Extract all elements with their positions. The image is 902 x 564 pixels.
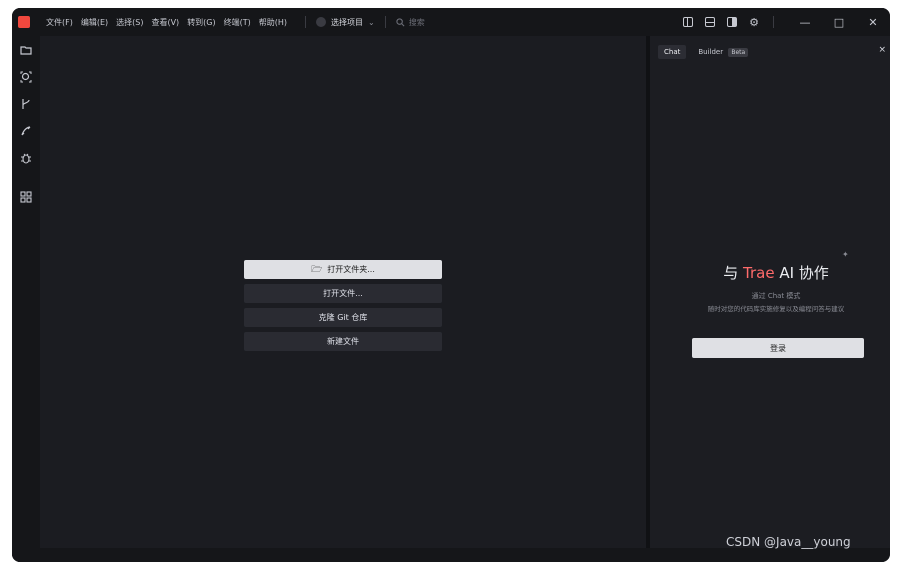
- open-file-button[interactable]: 打开文件...: [244, 284, 442, 303]
- heading-brand: Trae: [743, 264, 775, 282]
- bug-icon[interactable]: [12, 144, 40, 171]
- title-separator: [384, 16, 386, 28]
- status-bar: [12, 548, 890, 562]
- panel-subtitle: 通过 Chat 模式: [751, 292, 801, 300]
- source-control-icon[interactable]: [12, 90, 40, 117]
- minimize-button[interactable]: —: [788, 16, 822, 29]
- maximize-button[interactable]: □: [822, 16, 856, 29]
- app-window: 文件(F) 编辑(E) 选择(S) 查看(V) 转到(G) 终端(T) 帮助(H…: [12, 8, 890, 562]
- heading-suffix: AI 协作: [774, 264, 829, 282]
- project-avatar-icon: [316, 17, 327, 27]
- extensions-icon[interactable]: [12, 183, 40, 210]
- toggle-secondary-sidebar-icon[interactable]: [727, 17, 738, 27]
- menu-view[interactable]: 查看(V): [151, 17, 179, 28]
- heading-prefix: 与: [723, 264, 743, 282]
- toggle-sidebar-icon[interactable]: [683, 17, 694, 27]
- chevron-down-icon: ⌄: [368, 17, 375, 27]
- menu-terminal[interactable]: 终端(T): [224, 17, 251, 28]
- clone-repo-button[interactable]: 克隆 Git 仓库: [244, 308, 442, 327]
- panel-description: 随时对您的代码库实施修复以及编程问答与建议: [707, 305, 845, 313]
- project-selector[interactable]: 选择项目 ⌄: [316, 17, 375, 28]
- editor-area: 🗁 打开文件夹... 打开文件... 克隆 Git 仓库 新建文件: [40, 36, 646, 548]
- panel-heading: 与 Trae AI 协作: [650, 262, 890, 283]
- close-window-button[interactable]: ✕: [856, 16, 890, 29]
- open-folder-button[interactable]: 🗁 打开文件夹...: [244, 260, 442, 279]
- tab-chat[interactable]: Chat: [658, 45, 687, 59]
- folder-icon[interactable]: [12, 36, 40, 63]
- clone-repo-label: 克隆 Git 仓库: [318, 313, 368, 322]
- title-separator: [305, 16, 307, 28]
- menu-help[interactable]: 帮助(H): [259, 17, 287, 28]
- title-bar-actions: ⚙ — □ ✕: [683, 8, 890, 36]
- menu-selection[interactable]: 选择(S): [116, 17, 143, 28]
- settings-gear-icon[interactable]: ⚙: [749, 16, 759, 29]
- open-file-label: 打开文件...: [323, 289, 363, 298]
- title-bar: 文件(F) 编辑(E) 选择(S) 查看(V) 转到(G) 终端(T) 帮助(H…: [12, 8, 890, 36]
- ai-chat-panel: Chat Builder Beta × 与 Trae AI 协作 ✦ 通过 Ch…: [650, 36, 890, 548]
- watermark: CSDN @Java__young: [726, 535, 851, 549]
- panel-tabs: Chat Builder Beta: [658, 45, 760, 59]
- toggle-panel-icon[interactable]: [705, 17, 716, 27]
- new-file-label: 新建文件: [327, 337, 359, 346]
- title-separator: [773, 16, 774, 28]
- close-icon[interactable]: ×: [878, 45, 886, 55]
- project-label: 选择项目: [331, 17, 364, 27]
- login-label: 登录: [770, 343, 786, 353]
- search-icon: [396, 17, 405, 26]
- tab-builder-label: Builder: [698, 48, 724, 56]
- search-placeholder: 搜索: [408, 17, 425, 27]
- search-icon[interactable]: [12, 63, 40, 90]
- open-folder-label: 打开文件夹...: [327, 265, 375, 274]
- new-file-button[interactable]: 新建文件: [244, 332, 442, 351]
- search-box[interactable]: 搜索: [396, 17, 425, 28]
- menu-go[interactable]: 转到(G): [187, 17, 215, 28]
- folder-open-icon: 🗁: [311, 264, 323, 275]
- beta-badge: Beta: [728, 48, 749, 57]
- menu-file[interactable]: 文件(F): [46, 17, 73, 28]
- debug-icon[interactable]: [12, 117, 40, 144]
- app-logo-icon: [18, 16, 30, 28]
- login-button[interactable]: 登录: [692, 338, 864, 358]
- sparkle-icon: ✦: [842, 250, 849, 259]
- tab-builder[interactable]: Builder Beta: [692, 45, 754, 59]
- menu-edit[interactable]: 编辑(E): [81, 17, 108, 28]
- activity-bar: [12, 36, 40, 562]
